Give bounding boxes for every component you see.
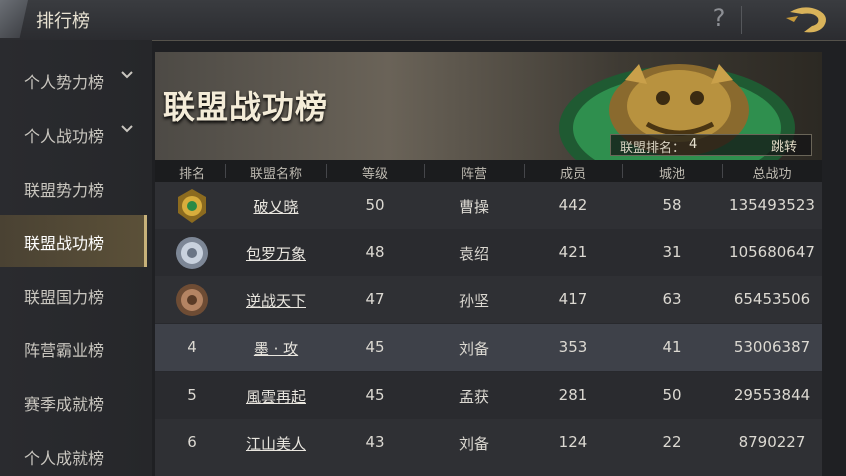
cities-cell: 31	[662, 243, 682, 261]
camp-cell: 孙坚	[458, 292, 489, 310]
column-header-total-merit: 总战功	[752, 167, 792, 182]
alliance-name-link[interactable]: 江山美人	[226, 433, 326, 454]
alliance-name-link[interactable]: 包罗万象	[226, 243, 326, 264]
level-cell: 45	[365, 386, 385, 404]
level-cell: 50	[365, 196, 385, 214]
total-merit-cell: 8790227	[738, 433, 806, 451]
alliance-name-link[interactable]: 風雲再起	[226, 386, 326, 407]
table-row[interactable]: 包罗万象 48 袁绍 421 31 105680647	[155, 229, 822, 276]
total-merit-cell: 135493523	[729, 196, 815, 214]
sidebar-item-label: 联盟势力榜	[24, 181, 105, 200]
sidebar-item-alliance-national[interactable]: 联盟国力榜	[0, 269, 144, 321]
camp-cell: 刘备	[458, 340, 489, 358]
rank-cell: 6	[187, 433, 197, 451]
silver-medal-icon	[176, 237, 208, 269]
sidebar-item-personal-merit[interactable]: 个人战功榜	[0, 108, 144, 160]
column-header-name: 联盟名称	[249, 167, 302, 182]
table-row[interactable]: 破乂晓 50 曹操 442 58 135493523	[155, 182, 822, 229]
ranking-panel: 联盟战功榜 联盟排名： 4 跳转 排名 联盟名称 等级 阵营 成员 城池 总战功	[155, 52, 822, 476]
column-header-members: 成员	[559, 167, 586, 182]
sidebar-item-season-achievement[interactable]: 赛季成就榜	[0, 376, 144, 428]
cities-cell: 41	[662, 338, 682, 356]
column-header-rank: 排名	[178, 167, 205, 182]
sidebar: 个人势力榜 个人战功榜 联盟势力榜 联盟战功榜 联盟国力榜 阵营霸业榜 赛季成就…	[0, 40, 152, 476]
alliance-name-link[interactable]: 逆战天下	[226, 290, 326, 311]
table-row[interactable]: 5 風雲再起 45 孟获 281 50 29553844	[155, 372, 822, 419]
sidebar-item-label: 个人战功榜	[24, 127, 105, 146]
sidebar-item-label: 赛季成就榜	[24, 395, 105, 414]
total-merit-cell: 105680647	[729, 243, 815, 261]
divider	[741, 6, 742, 34]
cities-cell: 22	[662, 433, 682, 451]
members-cell: 417	[558, 290, 588, 308]
sidebar-item-camp-dominion[interactable]: 阵营霸业榜	[0, 322, 144, 374]
total-merit-cell: 53006387	[733, 338, 811, 356]
table-row[interactable]: 6 江山美人 43 刘备 124 22 8790227	[155, 419, 822, 476]
column-header-level: 等级	[361, 167, 388, 182]
banner-title: 联盟战功榜	[163, 88, 329, 126]
camp-cell: 孟获	[458, 388, 489, 406]
level-cell: 45	[365, 338, 385, 356]
sidebar-item-label: 个人成就榜	[24, 449, 105, 468]
sidebar-item-alliance-power[interactable]: 联盟势力榜	[0, 162, 144, 214]
camp-cell: 曹操	[458, 198, 489, 216]
gold-medal-icon	[178, 189, 206, 223]
chevron-down-icon	[121, 71, 133, 79]
chevron-down-icon	[121, 125, 133, 133]
column-header-cities: 城池	[658, 167, 685, 182]
sidebar-item-personal-power[interactable]: 个人势力榜	[0, 54, 144, 106]
alliance-rank-value: 4	[689, 137, 698, 152]
sidebar-item-label: 联盟国力榜	[24, 288, 105, 307]
members-cell: 124	[558, 433, 588, 451]
members-cell: 353	[558, 338, 588, 356]
level-cell: 48	[365, 243, 385, 261]
sidebar-item-label: 联盟战功榜	[24, 234, 105, 253]
rank-cell: 5	[187, 386, 197, 404]
camp-cell: 袁绍	[458, 245, 489, 263]
alliance-name-link[interactable]: 墨 · 攻	[226, 338, 326, 359]
members-cell: 281	[558, 386, 588, 404]
sidebar-item-label: 个人势力榜	[24, 73, 105, 92]
sidebar-item-label: 阵营霸业榜	[24, 341, 105, 360]
total-merit-cell: 29553844	[733, 386, 811, 404]
cities-cell: 50	[662, 386, 682, 404]
cities-cell: 63	[662, 290, 682, 308]
table-header: 排名 联盟名称 等级 阵营 成员 城池 总战功	[155, 160, 822, 182]
back-dragon-icon[interactable]	[784, 4, 832, 36]
sidebar-item-personal-achievement[interactable]: 个人成就榜	[0, 430, 144, 476]
column-header-camp: 阵营	[460, 167, 487, 182]
banner: 联盟战功榜 联盟排名： 4 跳转	[155, 52, 822, 160]
alliance-name-link[interactable]: 破乂晓	[226, 196, 326, 217]
camp-cell: 刘备	[458, 435, 489, 453]
table-row-own-alliance[interactable]: 4 墨 · 攻 45 刘备 353 41 53006387	[155, 324, 822, 371]
cities-cell: 58	[662, 196, 682, 214]
help-icon[interactable]: ?	[706, 4, 732, 34]
jump-button[interactable]: 跳转	[771, 136, 797, 155]
top-bar: 排行榜 ?	[0, 0, 846, 41]
level-cell: 47	[365, 290, 385, 308]
rank-cell: 4	[187, 338, 197, 356]
alliance-rank-label: 联盟排名：	[620, 141, 686, 156]
game-logo-icon	[0, 0, 28, 38]
total-merit-cell: 65453506	[733, 290, 811, 308]
sidebar-item-alliance-merit[interactable]: 联盟战功榜	[0, 215, 147, 267]
page-title: 排行榜	[36, 11, 90, 32]
members-cell: 421	[558, 243, 588, 261]
bronze-medal-icon	[176, 284, 208, 316]
table-row[interactable]: 逆战天下 47 孙坚 417 63 65453506	[155, 276, 822, 323]
level-cell: 43	[365, 433, 385, 451]
members-cell: 442	[558, 196, 588, 214]
